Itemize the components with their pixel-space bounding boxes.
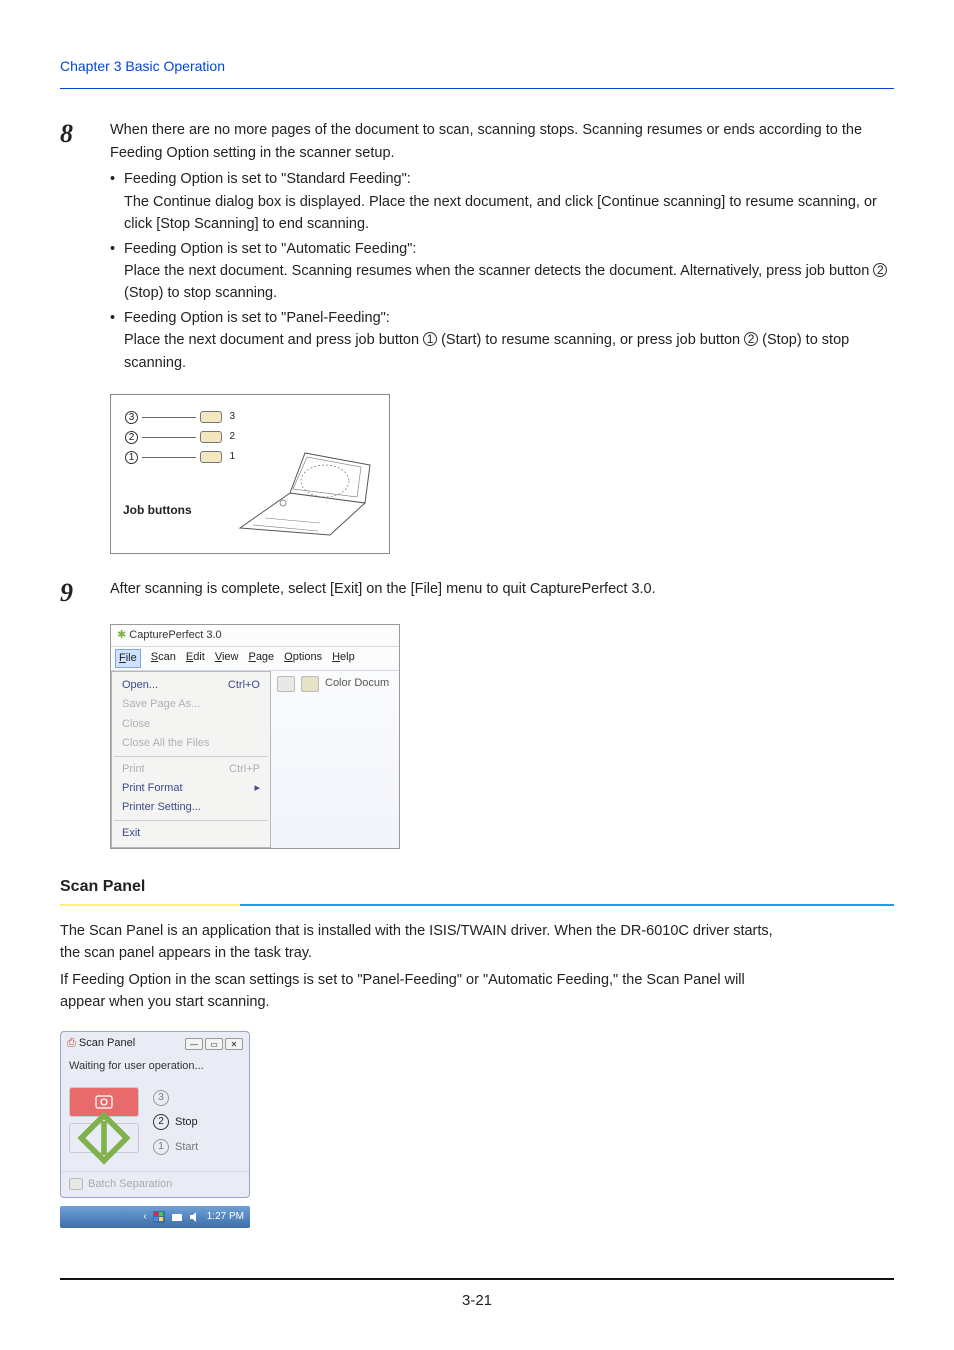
- file-dropdown: Open...Ctrl+O Save Page As... Close Clos…: [111, 671, 271, 847]
- scan-panel-app-icon: ⎙: [67, 1037, 76, 1049]
- circled-1-icon: 1: [423, 332, 437, 346]
- step8-b2-title: Feeding Option is set to "Automatic Feed…: [124, 241, 416, 257]
- menu-item-print: PrintCtrl+P: [112, 760, 270, 779]
- menu-file[interactable]: FFileile: [115, 649, 141, 668]
- menu-item-exit[interactable]: Exit: [112, 824, 270, 843]
- footer-rule: [60, 1278, 894, 1280]
- circled-2b-icon: 2: [744, 332, 758, 346]
- scanner-diagram: 3 3 2 2 1 1 Job buttons: [110, 394, 390, 554]
- tray-flag-icon[interactable]: [153, 1211, 165, 1223]
- tray-scanner-icon[interactable]: [171, 1211, 183, 1223]
- step9-text: After scanning is complete, select [Exit…: [110, 578, 894, 600]
- menu-help[interactable]: Help: [332, 649, 355, 668]
- sp-row-start: 1Start: [153, 1139, 241, 1156]
- tray-volume-icon[interactable]: [189, 1211, 201, 1223]
- minimize-icon[interactable]: —: [185, 1038, 203, 1050]
- tray-time: 1:27 PM: [207, 1209, 244, 1225]
- jb-callout-1: 1: [125, 451, 138, 464]
- step8-b3-body1: Place the next document and press job bu…: [124, 332, 423, 348]
- step-number-8: 8: [60, 119, 110, 147]
- step8-b1-body: The Continue dialog box is displayed. Pl…: [124, 194, 877, 232]
- job-buttons-label: Job buttons: [123, 501, 192, 520]
- maximize-icon[interactable]: ▭: [205, 1038, 223, 1050]
- circled-2-icon: 2: [873, 263, 887, 277]
- tray-chevron-icon[interactable]: ‹: [143, 1209, 146, 1225]
- menu-view[interactable]: View: [215, 649, 239, 668]
- batch-separation-icon: [69, 1178, 83, 1190]
- step8-intro: When there are no more pages of the docu…: [110, 119, 894, 164]
- system-tray: ‹ 1:27 PM: [60, 1206, 250, 1228]
- scan-panel-para2: If Feeding Option in the scan settings i…: [60, 969, 790, 1014]
- step8-b3-body2: (Start) to resume scanning, or press job…: [437, 332, 744, 348]
- menu-scan[interactable]: Scan: [151, 649, 176, 668]
- menu-page[interactable]: Page: [248, 649, 274, 668]
- captureperfect-title: CapturePerfect 3.0: [129, 629, 221, 641]
- menubar: FFileile Scan Edit View Page Options Hel…: [111, 647, 399, 671]
- menu-item-save-page-as: Save Page As...: [112, 695, 270, 714]
- scan-panel-title: Scan Panel: [79, 1037, 135, 1049]
- captureperfect-window: ✱ CapturePerfect 3.0 FFileile Scan Edit …: [110, 624, 400, 848]
- step8-b1-title: Feeding Option is set to "Standard Feedi…: [124, 171, 411, 187]
- step-8: 8 When there are no more pages of the do…: [60, 119, 894, 376]
- toolbar-color-docum-label: Color Docum: [325, 675, 389, 692]
- step8-b3-title: Feeding Option is set to "Panel-Feeding"…: [124, 310, 390, 326]
- menu-item-close: Close: [112, 715, 270, 734]
- menu-item-open[interactable]: Open...Ctrl+O: [112, 676, 270, 695]
- batch-separation-label: Batch Separation: [88, 1176, 172, 1193]
- page-number: 3-21: [0, 1289, 954, 1312]
- step8-b2-body1: Place the next document. Scanning resume…: [124, 263, 873, 279]
- menu-item-close-all: Close All the Files: [112, 734, 270, 753]
- batch-separation-row: Batch Separation: [61, 1171, 249, 1197]
- app-icon: ✱: [117, 629, 126, 641]
- sp-row-stop: 2Stop: [153, 1114, 241, 1131]
- step-9: 9 After scanning is complete, select [Ex…: [60, 578, 894, 606]
- menu-item-printer-setting[interactable]: Printer Setting...: [112, 798, 270, 817]
- step8-b2-body2: (Stop) to stop scanning.: [124, 285, 277, 301]
- step-number-9: 9: [60, 578, 110, 606]
- toolbar-scanner-icon[interactable]: [277, 676, 295, 692]
- scanner-illustration: [235, 433, 375, 543]
- jb-callout-3: 3: [125, 411, 138, 424]
- scan-panel-status: Waiting for user operation...: [61, 1056, 249, 1077]
- start-button[interactable]: [69, 1123, 139, 1153]
- menu-item-print-format[interactable]: Print Format▸: [112, 779, 270, 798]
- menu-edit[interactable]: Edit: [186, 649, 205, 668]
- jb-btn-label-3: 3: [229, 409, 235, 425]
- scan-panel-para1: The Scan Panel is an application that is…: [60, 920, 790, 965]
- chapter-breadcrumb[interactable]: Chapter 3 Basic Operation: [60, 56, 894, 78]
- header-rule: [60, 88, 894, 90]
- scan-panel-heading: Scan Panel: [60, 875, 894, 906]
- menu-options[interactable]: Options: [284, 649, 322, 668]
- jb-callout-2: 2: [125, 431, 138, 444]
- sp-row-3: 3: [153, 1090, 241, 1106]
- scan-panel-window: ⎙ Scan Panel — ▭ ✕ Waiting for user oper…: [60, 1031, 250, 1197]
- toolbar-page-icon[interactable]: [301, 676, 319, 692]
- close-icon[interactable]: ✕: [225, 1038, 243, 1050]
